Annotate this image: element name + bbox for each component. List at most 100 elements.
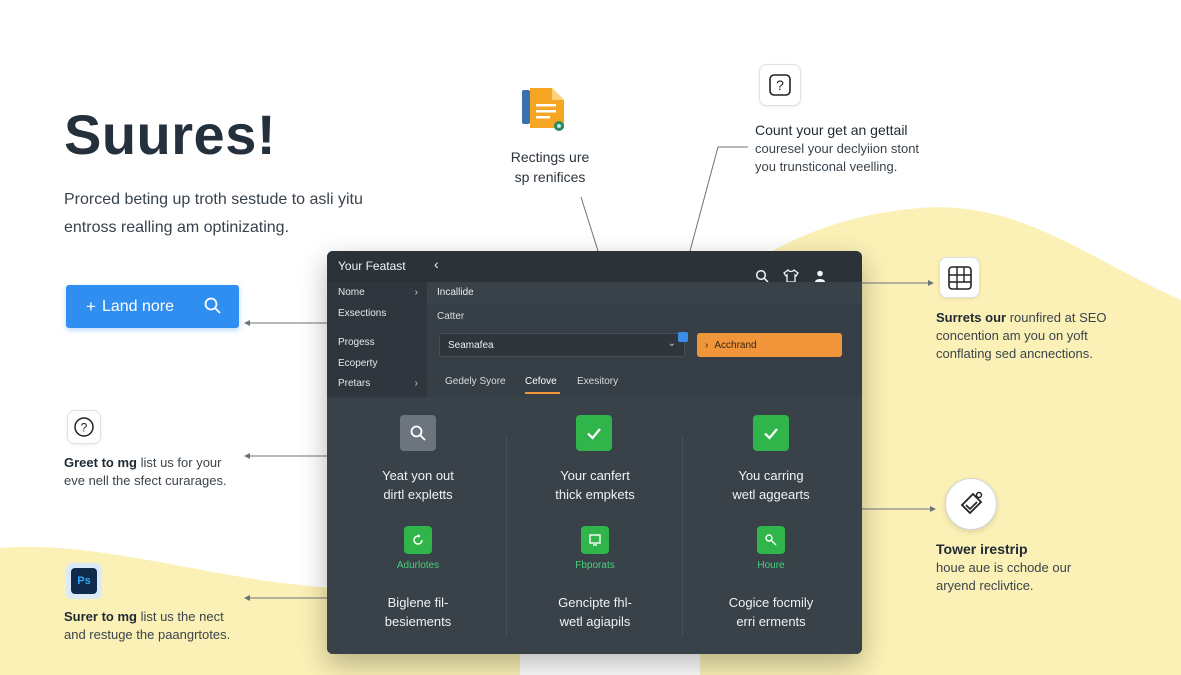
- sidebar-item-label: Progess: [338, 337, 375, 348]
- callout-line: conflating sed ancnections.: [936, 346, 1093, 361]
- sidebar-item-label: Pretars: [338, 378, 371, 389]
- question-icon: ?: [769, 74, 791, 96]
- grid-icon: [947, 265, 972, 290]
- card-footer-line: Gencipte fhl-: [558, 595, 632, 610]
- action-button-label: Acchrand: [714, 339, 757, 351]
- card-badge-label: Adurlotes: [396, 560, 440, 571]
- card-title-line: wetl aggearts: [732, 487, 810, 502]
- card-badge-label: Fbporats: [575, 560, 615, 571]
- card-title-line: You carring: [738, 468, 804, 483]
- card-footer-line: erri erments: [736, 614, 806, 629]
- dashboard-window: Your Featast ‹ Nome › Exsections Progess…: [327, 251, 862, 654]
- callout-line: couresel your declyiion stont: [755, 141, 920, 156]
- callout-line: sp renifices: [514, 169, 586, 185]
- document-icon: [520, 84, 568, 134]
- check-icon[interactable]: [576, 415, 612, 451]
- sidebar-item-exsections[interactable]: Exsections: [338, 308, 422, 319]
- hero-title: Suures!: [64, 103, 276, 166]
- card-footer: Gencipte fhl- wetl agiapils: [515, 593, 675, 631]
- callout-line: Rectings ure: [510, 149, 590, 165]
- tool-icon: [960, 491, 983, 515]
- card-footer-line: besiements: [384, 614, 452, 629]
- callout-line: concention am you on yoft: [936, 328, 1088, 343]
- card-badge-label: Houre: [757, 560, 785, 571]
- card-footer-line: wetl agiapils: [559, 614, 631, 629]
- question-circle-icon: ?: [74, 417, 94, 437]
- callout-title: Tower irestrip: [936, 541, 1028, 557]
- callout-title-rest: list us for your: [136, 455, 222, 470]
- card-title: Yeat yon out dirtl expletts: [338, 466, 498, 504]
- refresh-icon[interactable]: [404, 526, 432, 554]
- callout-title-rest: list us the nect: [136, 609, 224, 624]
- search-icon[interactable]: [400, 415, 436, 451]
- callout-title-rest: rounfired at SEO: [1006, 310, 1107, 325]
- callout-line: aryend reclivtice.: [936, 578, 1034, 593]
- chevron-right-icon: ›: [414, 287, 418, 298]
- category-select[interactable]: Seamafea ⌄: [439, 333, 685, 357]
- sidebar-item-pretars[interactable]: Pretars ›: [338, 378, 422, 389]
- callout-right-lower: Tower irestrip houe aue is cchode our ar…: [936, 539, 1136, 595]
- card-title-line: dirtl expletts: [383, 487, 453, 502]
- callout-line: houe aue is cchode our: [936, 560, 1072, 575]
- chevron-right-icon: ›: [705, 339, 709, 351]
- card-footer: Cogice focmily erri erments: [691, 593, 851, 631]
- tool-icon-circle: [945, 478, 997, 530]
- hero-subtitle: Prorced beting up troth sestude to asli …: [64, 191, 363, 236]
- select-value: Seamafea: [448, 340, 494, 351]
- card-title: You carring wetl aggearts: [691, 466, 851, 504]
- help-icon-box: ?: [759, 64, 801, 106]
- tab-gedely-syore[interactable]: Gedely Syore: [445, 376, 506, 387]
- card-title-line: Yeat yon out: [382, 468, 454, 483]
- land-more-button[interactable]: + Land nore: [66, 285, 239, 328]
- back-chevron-icon[interactable]: ‹: [434, 256, 439, 272]
- card-footer-line: Biglene fil-: [387, 595, 449, 610]
- cta-label: Land nore: [101, 297, 174, 315]
- svg-text:?: ?: [81, 421, 88, 435]
- tab-cefove[interactable]: Cefove: [525, 376, 557, 387]
- check-icon[interactable]: [753, 415, 789, 451]
- content-header: [427, 282, 862, 304]
- sidebar-item-label: Ecoperty: [338, 358, 378, 369]
- callout-title: Surer to mg: [64, 609, 137, 624]
- chevron-right-icon: ›: [414, 378, 418, 389]
- window-title: Your Featast: [338, 259, 406, 273]
- callout-line: you trunsticonal veelling.: [755, 159, 898, 174]
- field-label: Catter: [437, 311, 465, 322]
- card-title: Your canfert thick empkets: [515, 466, 675, 504]
- sidebar-item-nome[interactable]: Nome ›: [338, 287, 422, 298]
- sidebar-item-label: Exsections: [338, 308, 387, 319]
- sidebar-item-ecoperty[interactable]: Ecoperty: [338, 358, 422, 369]
- monitor-icon[interactable]: [581, 526, 609, 554]
- grid-icon-box: [939, 257, 980, 298]
- callout-title: Count your get an gettail: [755, 122, 908, 138]
- callout-title: Greet to mg: [64, 455, 137, 470]
- callout-line: and restuge the paangrtotes.: [64, 627, 231, 642]
- action-button[interactable]: › Acchrand: [697, 333, 842, 357]
- breadcrumb: Incallide: [437, 287, 474, 298]
- sidebar-item-progess[interactable]: Progess: [338, 337, 422, 348]
- photoshop-icon: Ps: [66, 563, 102, 599]
- info-badge-icon: [678, 332, 688, 342]
- card-title-line: Your canfert: [560, 468, 630, 483]
- active-tab-indicator: [525, 392, 560, 394]
- help-icon-box: ?: [67, 410, 101, 444]
- callout-left-middle: Greet to mg list us for your eve nell th…: [64, 454, 264, 490]
- sidebar-item-label: Nome: [338, 287, 365, 298]
- search-icon: [203, 296, 223, 321]
- card-footer: Biglene fil- besiements: [338, 593, 498, 631]
- key-icon[interactable]: [757, 526, 785, 554]
- chevron-down-icon: ⌄: [667, 338, 676, 349]
- callout-top-right: Count your get an gettail couresel your …: [755, 120, 985, 176]
- card-footer-line: Cogice focmily: [728, 595, 814, 610]
- column-divider: [682, 436, 683, 636]
- callout-left-bottom: Surer to mg list us the nect and restuge…: [64, 608, 264, 644]
- card-title-line: thick empkets: [555, 487, 635, 502]
- callout-line: eve nell the sfect curarages.: [64, 473, 227, 488]
- tab-exesitory[interactable]: Exesitory: [577, 376, 618, 387]
- callout-title: Surrets our: [936, 310, 1007, 325]
- plus-icon: +: [86, 296, 96, 316]
- callout-top-center: Rectings ure sp renifices: [500, 147, 600, 187]
- column-divider: [506, 436, 507, 636]
- callout-right-upper: Surrets our rounfired at SEO concention …: [936, 309, 1156, 363]
- svg-text:?: ?: [776, 77, 784, 93]
